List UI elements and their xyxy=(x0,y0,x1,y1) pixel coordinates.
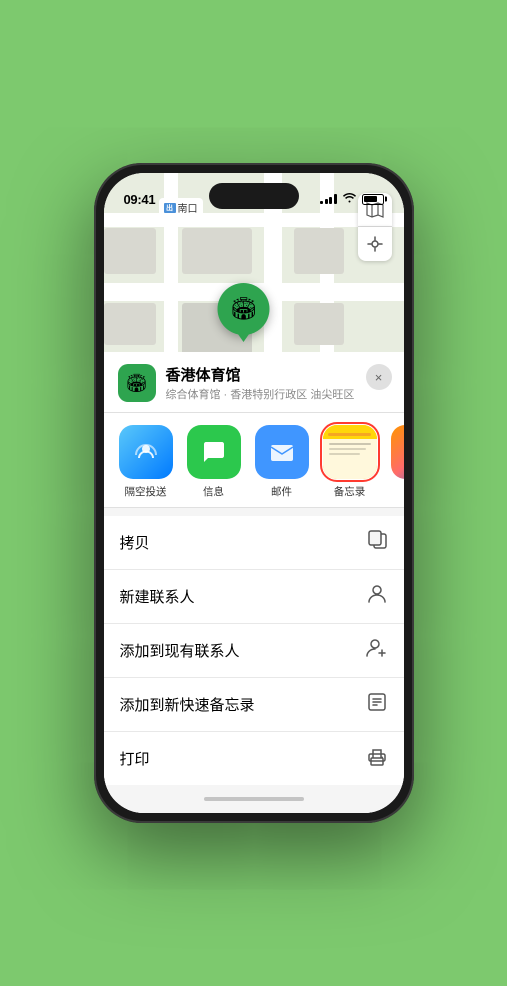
home-bar xyxy=(204,797,304,801)
battery-icon xyxy=(362,194,384,205)
home-indicator xyxy=(104,785,404,813)
share-app-airdrop[interactable]: 隔空投送 xyxy=(112,425,180,499)
location-button[interactable] xyxy=(358,227,392,261)
messages-icon xyxy=(187,425,241,479)
status-time: 09:41 xyxy=(124,192,156,207)
bottom-sheet: 🏟 香港体育馆 综合体育馆 · 香港特别行政区 油尖旺区 × xyxy=(104,352,404,813)
map-block xyxy=(294,303,344,345)
person-icon xyxy=(366,583,388,610)
share-app-messages[interactable]: 信息 xyxy=(180,425,248,499)
add-notes-label: 添加到新快速备忘录 xyxy=(120,694,255,715)
wifi-icon xyxy=(342,192,357,206)
action-list: 拷贝 新建联系人 xyxy=(104,516,404,785)
location-pin: 🏟 香港体育馆 xyxy=(212,283,275,352)
note-icon xyxy=(366,691,388,718)
new-contact-label: 新建联系人 xyxy=(120,586,195,607)
print-label: 打印 xyxy=(120,748,150,769)
location-name: 香港体育馆 xyxy=(166,364,390,385)
pin-circle: 🏟 xyxy=(218,283,270,335)
phone-screen: 09:41 xyxy=(104,173,404,813)
map-block xyxy=(104,303,156,345)
share-app-mail[interactable]: 邮件 xyxy=(248,425,316,499)
action-print[interactable]: 打印 xyxy=(104,732,404,785)
map-block xyxy=(182,228,252,274)
map-block xyxy=(104,228,156,274)
location-info: 香港体育馆 综合体育馆 · 香港特别行政区 油尖旺区 xyxy=(166,364,390,402)
stadium-icon: 🏟 xyxy=(230,296,258,322)
signal-icon xyxy=(320,194,337,204)
copy-icon xyxy=(366,529,388,556)
copy-label: 拷贝 xyxy=(120,532,150,553)
share-app-notes[interactable]: 备忘录 xyxy=(316,425,384,499)
action-copy[interactable]: 拷贝 xyxy=(104,516,404,570)
mail-icon xyxy=(255,425,309,479)
status-icons xyxy=(320,192,384,206)
dynamic-island xyxy=(209,183,299,209)
action-add-notes[interactable]: 添加到新快速备忘录 xyxy=(104,678,404,732)
notes-icon xyxy=(323,425,377,479)
mail-label: 邮件 xyxy=(271,484,292,499)
printer-icon xyxy=(366,745,388,772)
more-icon xyxy=(391,425,404,479)
notes-label: 备忘录 xyxy=(334,484,366,499)
action-add-existing[interactable]: 添加到现有联系人 xyxy=(104,624,404,678)
messages-label: 信息 xyxy=(203,484,224,499)
location-subtitle: 综合体育馆 · 香港特别行政区 油尖旺区 xyxy=(166,386,390,402)
location-header: 🏟 香港体育馆 综合体育馆 · 香港特别行政区 油尖旺区 × xyxy=(104,352,404,413)
share-app-more[interactable]: 推 xyxy=(384,425,404,499)
close-button[interactable]: × xyxy=(366,364,392,390)
airdrop-icon xyxy=(119,425,173,479)
map-block xyxy=(294,228,344,274)
action-new-contact[interactable]: 新建联系人 xyxy=(104,570,404,624)
phone-frame: 09:41 xyxy=(94,163,414,823)
person-add-icon xyxy=(366,637,388,664)
location-icon: 🏟 xyxy=(118,364,156,402)
airdrop-label: 隔空投送 xyxy=(125,484,167,499)
share-apps-row: 隔空投送 信息 xyxy=(104,413,404,508)
add-existing-label: 添加到现有联系人 xyxy=(120,640,240,661)
